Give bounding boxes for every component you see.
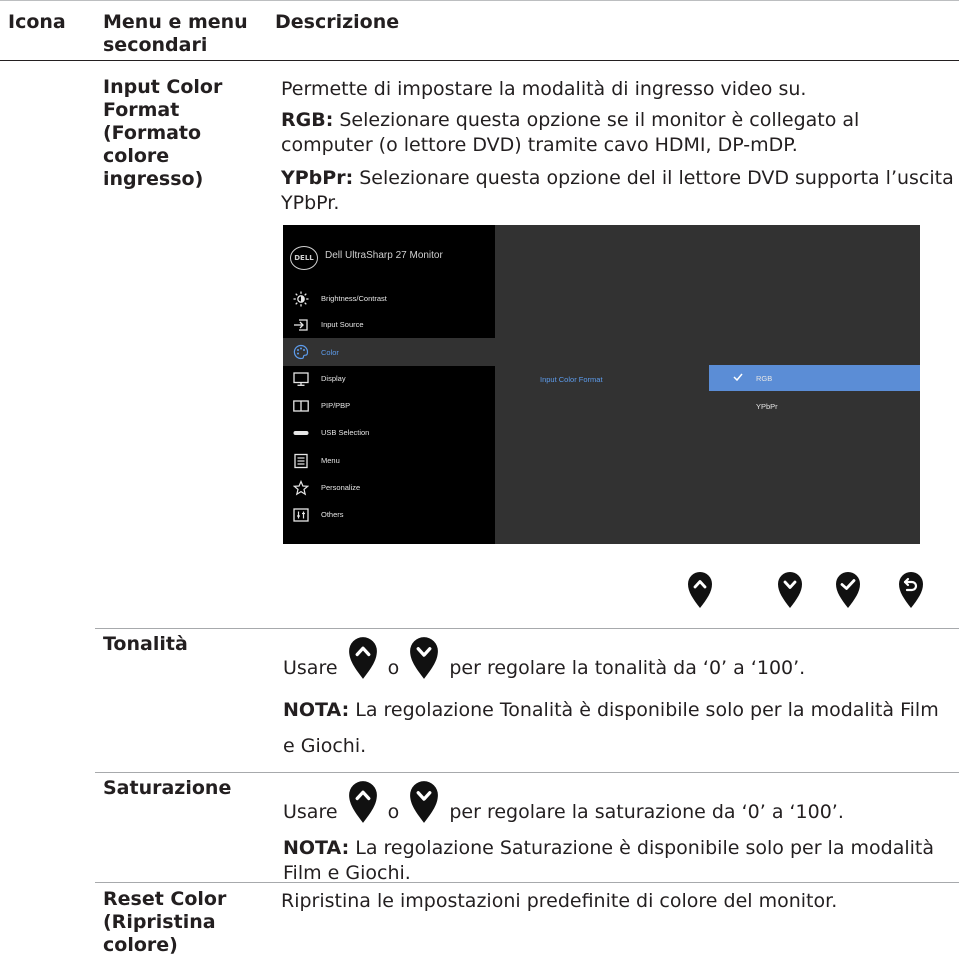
check-button-icon[interactable] <box>835 571 861 609</box>
header-menu-col: Menu e menu secondari <box>103 11 248 56</box>
back-button-icon[interactable] <box>898 571 924 609</box>
hue-or-text: o <box>387 657 400 679</box>
row-name-saturation: Saturazione <box>103 777 232 799</box>
osd-option-label: YPbPr <box>756 402 778 411</box>
pip-icon <box>293 400 309 412</box>
osd-main-menu: DELL Dell UltraSharp 27 Monitor Brightne… <box>283 225 495 544</box>
menu-icon <box>294 453 308 469</box>
up-button-icon <box>348 781 377 823</box>
row-name-input-color-format: Input Color Format (Formato colore ingresso) <box>103 76 223 190</box>
others-icon <box>293 508 309 522</box>
reset-color-desc: Ripristina le impostazioni predefinite d… <box>281 890 838 912</box>
osd-item-color[interactable]: Color <box>283 338 495 366</box>
osd-submenu-input-color-format[interactable]: Input Color Format <box>540 375 603 384</box>
up-button-icon[interactable] <box>687 571 713 609</box>
osd-item-usb-selection[interactable]: USB Selection <box>283 420 495 446</box>
row-name-hue: Tonalità <box>103 633 188 655</box>
osd-option-label: RGB <box>756 374 773 383</box>
dell-logo-icon: DELL <box>290 246 318 270</box>
osd-item-others[interactable]: Others <box>283 502 495 528</box>
down-button-icon <box>410 781 439 823</box>
saturation-desc: Usare o per regolare la saturazione da ‘… <box>283 780 953 886</box>
down-button-icon <box>410 637 439 679</box>
osd-item-label: USB Selection <box>321 428 370 437</box>
osd-item-label: Others <box>321 510 344 519</box>
color-palette-icon <box>293 344 309 360</box>
rgb-text: Selezionare questa opzione se il monitor… <box>281 109 860 156</box>
brightness-icon <box>293 291 309 307</box>
hue-use-text: Usare <box>283 657 338 679</box>
osd-item-label: Brightness/Contrast <box>321 294 387 303</box>
osd-item-menu[interactable]: Menu <box>283 448 495 474</box>
input-color-intro: Permette di impostare la modalità di ing… <box>281 78 807 100</box>
osd-item-label: Display <box>321 374 346 383</box>
input-source-icon <box>294 319 308 331</box>
hue-desc: Usare o per regolare la tonalità da ‘0’ … <box>283 636 953 764</box>
osd-header: DELL Dell UltraSharp 27 Monitor <box>283 225 495 289</box>
header-desc-col: Descrizione <box>275 11 400 33</box>
usb-icon <box>293 431 309 435</box>
input-color-rgb-desc: RGB: Selezionare questa opzione se il mo… <box>281 108 956 158</box>
down-button-icon[interactable] <box>777 571 803 609</box>
check-icon <box>733 373 743 381</box>
rgb-label: RGB: <box>281 109 334 131</box>
display-icon <box>293 372 309 386</box>
header-icon-col: Icona <box>8 11 66 33</box>
osd-item-display[interactable]: Display <box>283 366 495 392</box>
saturation-use-text: Usare <box>283 801 338 823</box>
osd-menu-screenshot: DELL Dell UltraSharp 27 Monitor Brightne… <box>283 225 920 544</box>
up-button-icon <box>348 637 377 679</box>
osd-item-pip-pbp[interactable]: PIP/PBP <box>283 393 495 419</box>
osd-item-label: Menu <box>321 456 340 465</box>
hue-note-text: La regolazione Tonalità è disponibile so… <box>283 699 939 757</box>
osd-item-label: PIP/PBP <box>321 401 351 410</box>
osd-item-label: Personalize <box>321 483 361 492</box>
osd-item-label: Color <box>321 348 339 357</box>
saturation-or-text: o <box>387 801 400 823</box>
ypbpr-text: Selezionare questa opzione del il lettor… <box>281 167 954 214</box>
ypbpr-label: YPbPr: <box>281 167 354 189</box>
input-color-ypbpr-desc: YPbPr: Selezionare questa opzione del il… <box>281 166 956 216</box>
osd-item-label: Input Source <box>321 320 364 329</box>
hue-range-text: per regolare la tonalità da ‘0’ a ‘100’. <box>449 657 806 679</box>
osd-item-brightness-contrast[interactable]: Brightness/Contrast <box>283 286 495 312</box>
star-icon <box>293 480 309 496</box>
saturation-range-text: per regolare la saturazione da ‘0’ a ‘10… <box>449 801 844 823</box>
osd-item-input-source[interactable]: Input Source <box>283 312 495 338</box>
osd-option-rgb[interactable]: RGB <box>709 365 920 391</box>
saturation-note-text: La regolazione Saturazione è disponibile… <box>283 837 934 884</box>
hue-note-label: NOTA: <box>283 699 350 721</box>
osd-option-ypbpr[interactable]: YPbPr <box>709 393 920 419</box>
row-name-reset-color: Reset Color (Ripristina colore) <box>103 888 227 956</box>
saturation-note-label: NOTA: <box>283 837 350 859</box>
osd-item-personalize[interactable]: Personalize <box>283 475 495 501</box>
osd-title: Dell UltraSharp 27 Monitor <box>325 250 443 261</box>
